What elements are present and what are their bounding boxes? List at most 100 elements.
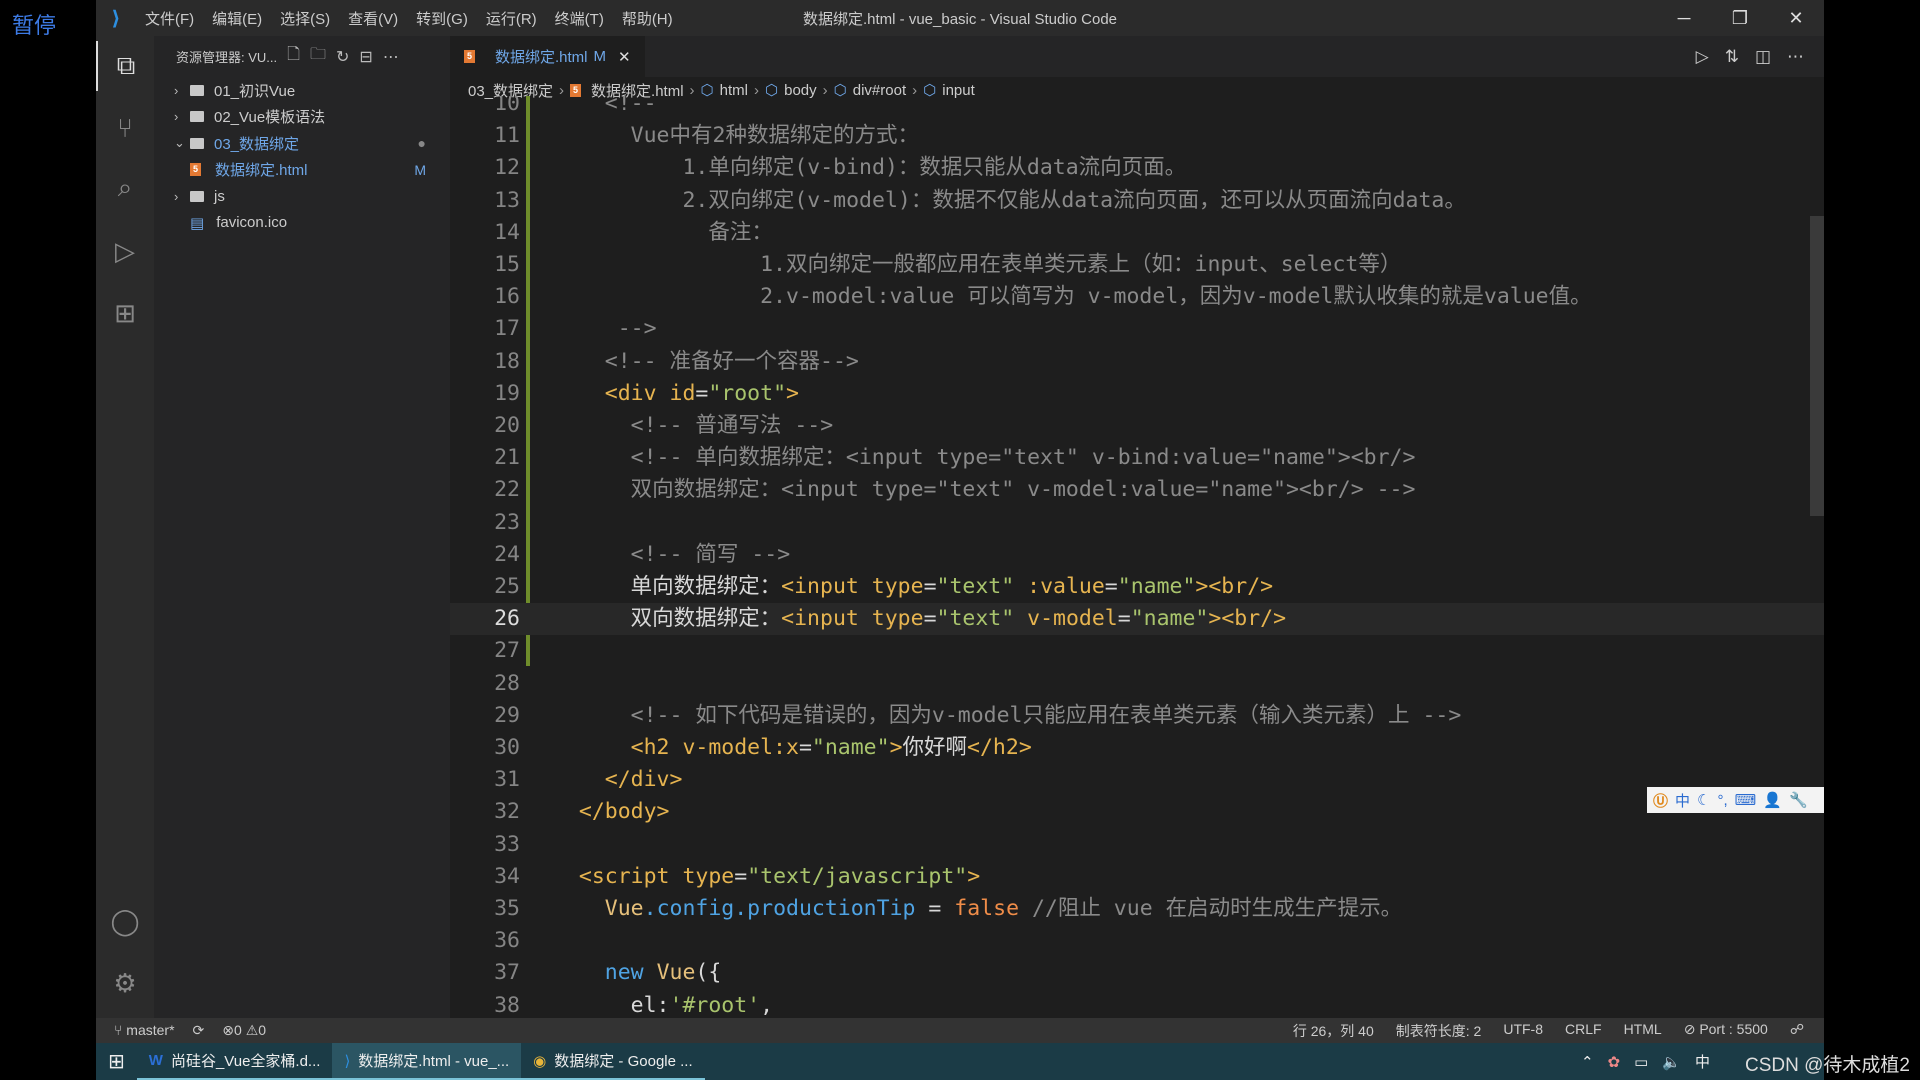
menu-run[interactable]: 运行(R) <box>477 8 546 29</box>
code-text: 双向数据绑定：<input type="text" v-model:value=… <box>553 474 1416 506</box>
code-line[interactable]: 29 <!-- 如下代码是错误的，因为v-model只能应用在表单类元素（输入类… <box>450 700 1824 732</box>
settings-gear-icon[interactable]: ⚙ <box>96 958 154 1008</box>
code-line[interactable]: 12 1.单向绑定(v-bind)：数据只能从data流向页面。 <box>450 152 1824 184</box>
run-debug-icon[interactable]: ▷ <box>96 226 154 276</box>
search-icon[interactable]: ⌕ <box>96 163 154 213</box>
open-changes-icon[interactable]: ⇅ <box>1725 47 1739 67</box>
code-line[interactable]: 14 备注： <box>450 217 1824 249</box>
code-line[interactable]: 31 </div> <box>450 764 1824 796</box>
tab-data-binding-html[interactable]: 5 数据绑定.html M ✕ <box>450 36 645 77</box>
new-folder-icon[interactable]: 🗀 <box>310 43 326 70</box>
code-line[interactable]: 11 Vue中有2种数据绑定的方式： <box>450 120 1824 152</box>
code-line[interactable]: 36 <box>450 925 1824 957</box>
new-file-icon[interactable]: 🗋 <box>287 43 300 70</box>
more-actions-icon[interactable]: ⋯ <box>383 47 399 67</box>
code-line[interactable]: 10 <!-- <box>450 96 1824 120</box>
menu-help[interactable]: 帮助(H) <box>613 8 682 29</box>
code-line[interactable]: 15 1.双向绑定一般都应用在表单类元素上（如：input、select等） <box>450 249 1824 281</box>
collapse-all-icon[interactable]: ⊟ <box>359 47 372 67</box>
tree-item[interactable]: › 01_初识Vue <box>154 77 450 104</box>
close-tab-icon[interactable]: ✕ <box>618 48 631 66</box>
code-line[interactable]: 19 <div id="root"> <box>450 378 1824 410</box>
close-window-button[interactable]: ✕ <box>1768 0 1824 36</box>
chevron-down-icon[interactable]: ⌄ <box>174 135 190 151</box>
run-icon[interactable]: ▷ <box>1696 47 1709 67</box>
code-line[interactable]: 38 el:'#root', <box>450 990 1824 1018</box>
tray-expand-icon[interactable]: ⌃ <box>1581 1053 1594 1071</box>
refresh-icon[interactable]: ↻ <box>336 47 349 67</box>
tree-item[interactable]: › 02_Vue模板语法 <box>154 104 450 131</box>
cursor-position[interactable]: 行 26，列 40 <box>1293 1021 1374 1041</box>
code-line[interactable]: 25 单向数据绑定：<input type="text" :value="nam… <box>450 571 1824 603</box>
windows-start-icon[interactable]: ⊞ <box>96 1043 137 1080</box>
ime-mode[interactable]: 中 <box>1675 790 1690 811</box>
tree-item[interactable]: 5 数据绑定.html M <box>154 157 450 184</box>
tray-ime[interactable]: 中 <box>1695 1051 1710 1072</box>
chevron-right-icon[interactable]: › <box>174 189 190 204</box>
code-line[interactable]: 18 <!-- 准备好一个容器--> <box>450 346 1824 378</box>
split-editor-icon[interactable]: ◫ <box>1755 47 1771 67</box>
line-number: 32 <box>494 799 520 825</box>
code-line[interactable]: 26 双向数据绑定：<input type="text" v-model="na… <box>450 603 1824 636</box>
volume-icon[interactable]: 🔈 <box>1662 1053 1681 1071</box>
menu-selection[interactable]: 选择(S) <box>271 8 339 29</box>
code-line[interactable]: 24 <!-- 简写 --> <box>450 539 1824 571</box>
tray-app-icon[interactable]: ✿ <box>1608 1053 1621 1071</box>
code-line[interactable]: 16 2.v-model:value 可以简写为 v-model，因为v-mod… <box>450 281 1824 313</box>
code-line[interactable]: 21 <!-- 单向数据绑定：<input type="text" v-bind… <box>450 442 1824 474</box>
taskbar-word[interactable]: W 尚硅谷_Vue全家桶.d... <box>136 1043 333 1080</box>
code-line[interactable]: 17 --> <box>450 313 1824 345</box>
tree-item[interactable]: ▤ favicon.ico <box>154 210 450 237</box>
extensions-icon[interactable]: ⊞ <box>96 288 154 338</box>
chevron-right-icon[interactable]: › <box>174 109 190 124</box>
keyboard-icon[interactable]: ⌨ <box>1735 791 1757 809</box>
line-ending[interactable]: CRLF <box>1565 1021 1602 1041</box>
code-line[interactable]: 32 </body> <box>450 796 1824 828</box>
code-line[interactable]: 34 <script type="text/javascript"> <box>450 861 1824 893</box>
language-mode[interactable]: HTML <box>1624 1021 1662 1041</box>
wrench-icon[interactable]: 🔧 <box>1789 791 1808 809</box>
network-icon[interactable]: ▭ <box>1634 1053 1648 1071</box>
menu-go[interactable]: 转到(G) <box>407 8 477 29</box>
menu-file[interactable]: 文件(F) <box>136 8 203 29</box>
code-line[interactable]: 22 双向数据绑定：<input type="text" v-model:val… <box>450 474 1824 506</box>
code-line[interactable]: 23 <box>450 507 1824 539</box>
tab-size[interactable]: 制表符长度: 2 <box>1396 1021 1482 1041</box>
code-token: 你好啊 <box>902 735 968 760</box>
more-actions-icon[interactable]: ⋯ <box>1787 47 1804 67</box>
code-line[interactable]: 13 2.双向绑定(v-model)：数据不仅能从data流向页面，还可以从页面… <box>450 185 1824 217</box>
menu-view[interactable]: 查看(V) <box>339 8 407 29</box>
code-token: </h2> <box>967 735 1032 760</box>
sync-icon[interactable]: ⟳ <box>193 1022 205 1039</box>
chevron-right-icon[interactable]: › <box>174 83 190 98</box>
menu-edit[interactable]: 编辑(E) <box>203 8 271 29</box>
explorer-icon[interactable]: ⧉ <box>96 41 154 91</box>
account-icon[interactable]: ◯ <box>96 896 154 946</box>
code-line[interactable]: 27 <box>450 635 1824 667</box>
minimize-button[interactable]: ─ <box>1656 0 1712 36</box>
user-icon[interactable]: 👤 <box>1763 791 1782 809</box>
live-server-port[interactable]: ⊘ Port : 5500 <box>1684 1021 1768 1041</box>
code-line[interactable]: 37 new Vue({ <box>450 957 1824 989</box>
code-line[interactable]: 28 <box>450 668 1824 700</box>
code-line[interactable]: 30 <h2 v-model:x="name">你好啊</h2> <box>450 732 1824 764</box>
code-line[interactable]: 33 <box>450 829 1824 861</box>
vertical-scrollbar[interactable] <box>1810 216 1824 516</box>
moon-icon[interactable]: ☾ <box>1697 791 1710 809</box>
taskbar-vscode[interactable]: ⟩ 数据绑定.html - vue_... <box>332 1043 522 1080</box>
branch-indicator[interactable]: ⑂ master* <box>114 1022 175 1039</box>
problems-indicator[interactable]: ⊗0 ⚠0 <box>222 1022 266 1039</box>
code-editor[interactable]: 10 <!-- 11 Vue中有2种数据绑定的方式： 12 1.单向绑定(v-bin… <box>450 96 1824 1018</box>
tree-item[interactable]: › js <box>154 183 450 210</box>
punctuation-icon[interactable]: °, <box>1717 792 1727 809</box>
menu-terminal[interactable]: 终端(T) <box>546 8 613 29</box>
encoding[interactable]: UTF-8 <box>1503 1021 1543 1041</box>
restore-button[interactable]: ❐ <box>1712 0 1768 36</box>
source-control-icon[interactable]: ⑂ <box>96 103 154 153</box>
code-line[interactable]: 20 <!-- 普通写法 --> <box>450 410 1824 442</box>
tree-item[interactable]: ⌄ 03_数据绑定 ● <box>154 130 450 157</box>
code-line[interactable]: 35 Vue.config.productionTip = false //阻止… <box>450 893 1824 925</box>
taskbar-chrome[interactable]: ◉ 数据绑定 - Google ... <box>521 1043 705 1080</box>
feedback-icon[interactable]: ☍ <box>1790 1021 1804 1041</box>
